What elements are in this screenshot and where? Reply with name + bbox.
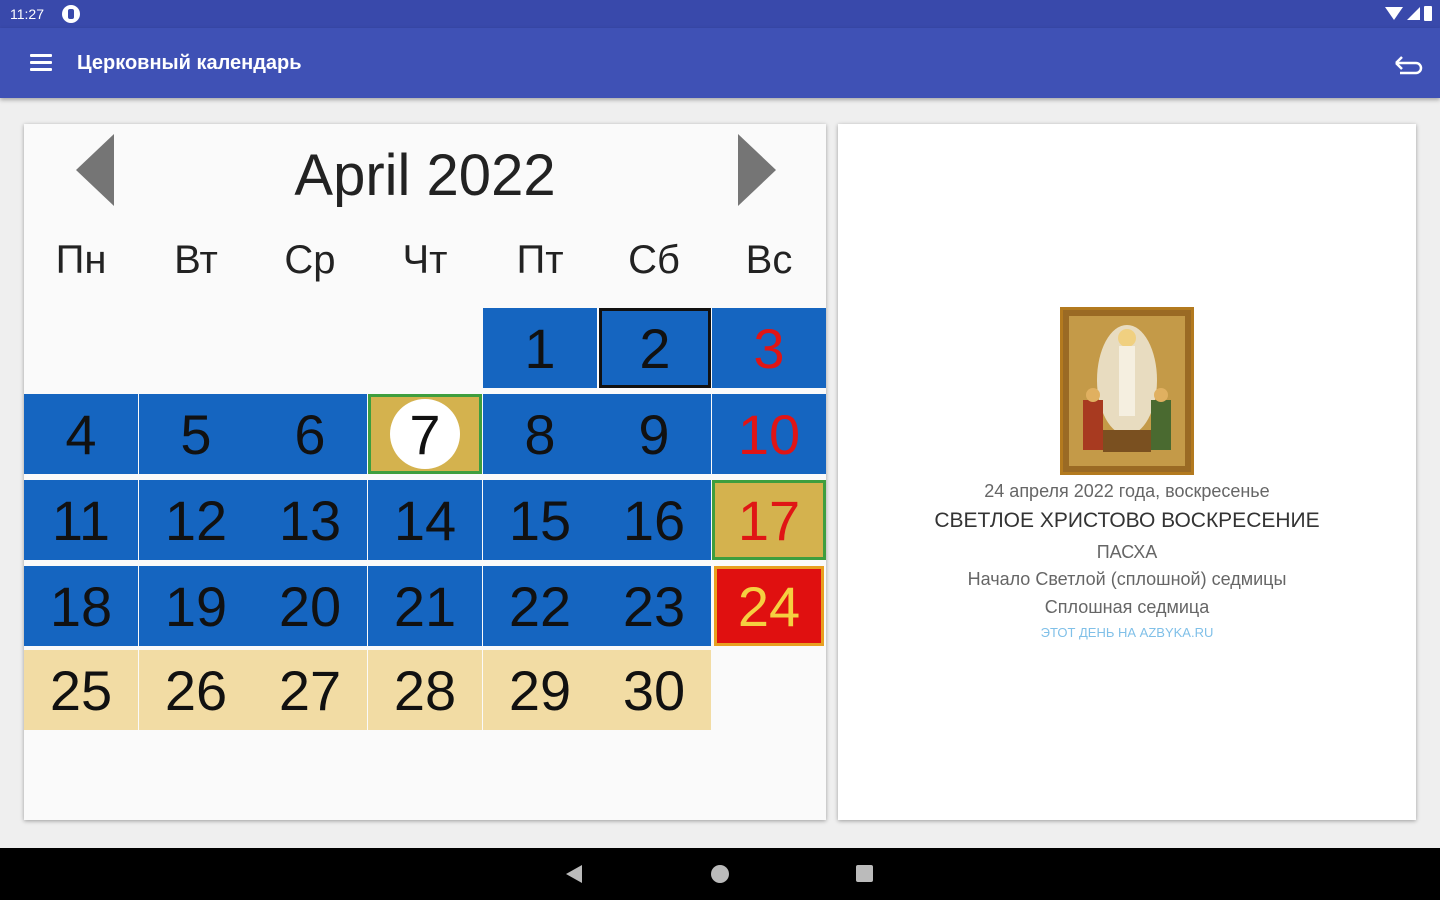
weekday-sun: Вс: [745, 238, 793, 282]
status-time: 11:27: [10, 6, 44, 22]
day-cell[interactable]: 8: [483, 394, 597, 474]
day-cell[interactable]: 12: [139, 480, 253, 560]
today-marker: 7: [390, 399, 460, 469]
day-cell-sunday[interactable]: 10: [712, 394, 826, 474]
day-cell[interactable]: 22: [483, 566, 597, 646]
day-cell-sunday[interactable]: 3: [712, 308, 826, 388]
day-cell[interactable]: 6: [253, 394, 367, 474]
day-cell-feast[interactable]: 17: [712, 480, 826, 560]
day-cell[interactable]: 11: [24, 480, 138, 560]
nav-home-icon[interactable]: [711, 865, 729, 883]
selected-date: 24 апреля 2022 года, воскресенье: [984, 481, 1270, 501]
notification-app-icon: [62, 5, 80, 23]
day-cell[interactable]: 27: [253, 650, 367, 730]
day-cell[interactable]: 19: [139, 566, 253, 646]
menu-icon[interactable]: [30, 54, 52, 72]
day-cell[interactable]: 26: [139, 650, 253, 730]
day-cell[interactable]: 23: [597, 566, 711, 646]
return-icon[interactable]: [1390, 50, 1424, 76]
feast-title: СВЕТЛОЕ ХРИСТОВО ВОСКРЕСЕНИЕ: [934, 509, 1320, 532]
day-cell[interactable]: 14: [368, 480, 482, 560]
battery-icon: [1424, 6, 1432, 21]
day-cell[interactable]: 20: [253, 566, 367, 646]
next-month-button[interactable]: [736, 134, 776, 206]
day-cell[interactable]: 30: [597, 650, 711, 730]
fasting-note: Сплошная седмица: [1044, 597, 1210, 617]
day-cell[interactable]: 16: [597, 480, 711, 560]
weekday-fri: Пт: [516, 238, 564, 282]
day-cell[interactable]: 1: [483, 308, 597, 388]
calendar-card: April 2022 Пн Вт Ср Чт Пт Сб Вс 1 2 3 4 …: [24, 124, 826, 820]
day-cell[interactable]: 4: [24, 394, 138, 474]
weekday-wed: Ср: [284, 238, 336, 282]
signal-icon: [1407, 7, 1420, 20]
week-note: Начало Светлой (сплошной) седмицы: [967, 569, 1287, 589]
day-cell[interactable]: 29: [483, 650, 597, 730]
nav-back-icon[interactable]: [566, 865, 582, 883]
weekday-sat: Сб: [628, 238, 680, 282]
day-cell[interactable]: 21: [368, 566, 482, 646]
month-title: April 2022: [294, 143, 556, 208]
day-cell[interactable]: 18: [24, 566, 138, 646]
feast-subtitle: ПАСХА: [1096, 542, 1158, 562]
wifi-icon: [1385, 7, 1403, 20]
day-cell[interactable]: 15: [483, 480, 597, 560]
nav-recents-icon[interactable]: [856, 865, 873, 882]
day-cell-selected[interactable]: 24: [714, 566, 824, 646]
status-indicators: [1385, 6, 1432, 21]
day-cell[interactable]: 13: [253, 480, 367, 560]
day-cell-selected-outline[interactable]: 2: [599, 308, 711, 388]
resurrection-icon-image: [1060, 307, 1194, 475]
azbyka-link[interactable]: ЭТОТ ДЕНЬ НА AZBYKA.RU: [838, 625, 1416, 640]
weekday-mon: Пн: [55, 238, 107, 282]
system-nav-bar: [0, 848, 1440, 900]
day-cell-today[interactable]: 7: [368, 394, 482, 474]
weekday-thu: Чт: [402, 238, 448, 282]
weekday-tue: Вт: [174, 238, 218, 282]
status-bar: 11:27: [0, 0, 1440, 28]
day-info-card: 24 апреля 2022 года, воскресенье СВЕТЛОЕ…: [838, 124, 1416, 820]
day-cell[interactable]: 25: [24, 650, 138, 730]
day-cell[interactable]: 5: [139, 394, 253, 474]
day-cell[interactable]: 9: [597, 394, 711, 474]
app-bar: Церковный календарь: [0, 28, 1440, 98]
day-cell[interactable]: 28: [368, 650, 482, 730]
app-title: Церковный календарь: [77, 52, 302, 74]
